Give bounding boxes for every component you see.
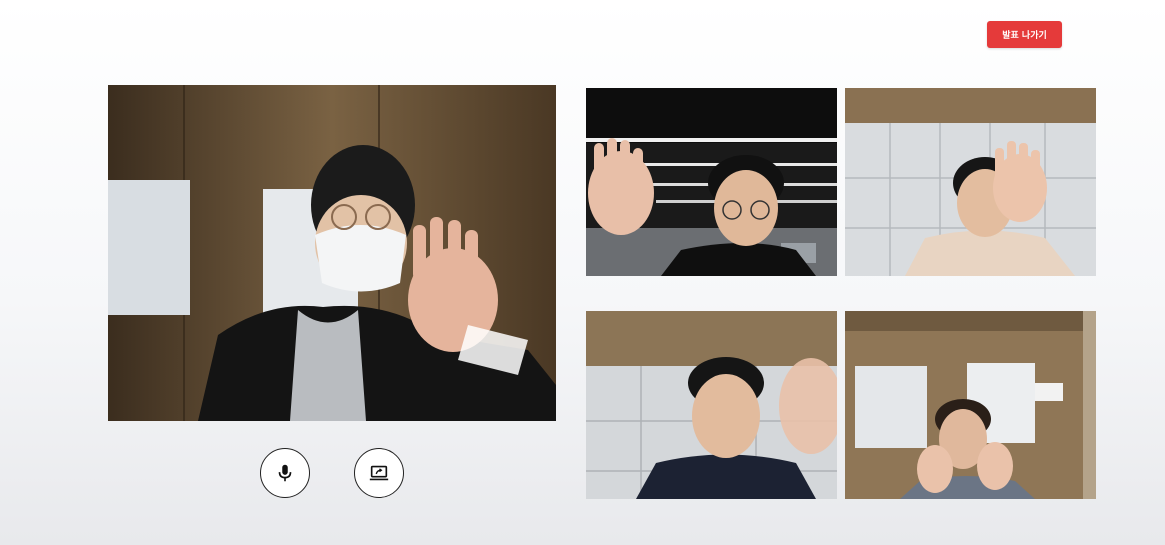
microphone-button[interactable] — [260, 448, 310, 498]
participant-video-2-image — [845, 88, 1096, 276]
screen-share-button[interactable] — [354, 448, 404, 498]
participant-video-1 — [586, 88, 837, 276]
participant-video-4-image — [845, 311, 1096, 499]
leave-presentation-button[interactable]: 발표 나가기 — [987, 21, 1062, 48]
participant-video-2 — [845, 88, 1096, 276]
main-video-feed — [108, 85, 556, 421]
participant-video-4 — [845, 311, 1096, 499]
participant-video-3-image — [586, 311, 837, 499]
participant-video-1-image — [586, 88, 837, 276]
participant-video-3 — [586, 311, 837, 499]
screen-share-icon — [369, 465, 389, 481]
main-video-image — [108, 85, 556, 421]
microphone-icon — [278, 464, 292, 482]
